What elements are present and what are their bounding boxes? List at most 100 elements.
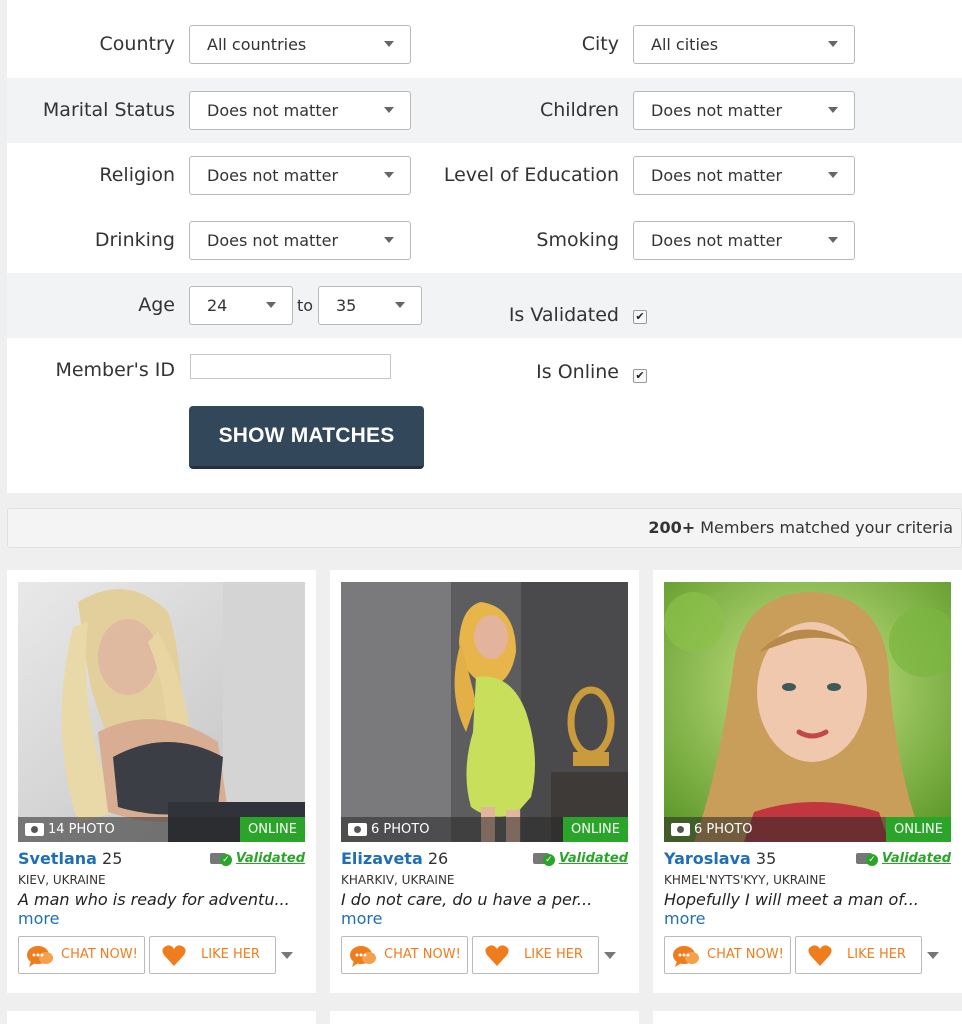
children-select-value: Does not matter [651, 101, 783, 120]
chat-now-label: CHAT NOW! [707, 947, 784, 962]
like-her-label: LIKE HER [524, 947, 583, 962]
more-options-caret-icon[interactable] [281, 952, 293, 959]
children-select[interactable]: Does not matter [633, 91, 855, 130]
photo-count-label: 6 PHOTO [694, 822, 753, 837]
photo-count[interactable]: 14 PHOTO [25, 821, 115, 838]
online-badge: ONLINE [240, 817, 305, 842]
member-card: 14 PHOTO ONLINE Svetlana 25 ✓ Validated … [7, 570, 316, 993]
member-name-link[interactable]: Svetlana [18, 849, 97, 868]
search-filter-form: Country All countries City All cities Ma… [7, 0, 962, 493]
is-validated-label: Is Validated [508, 304, 619, 326]
member-name-link[interactable]: Yaroslava [664, 849, 751, 868]
chat-now-button[interactable]: CHAT NOW! [18, 936, 145, 974]
chevron-down-icon [266, 302, 276, 308]
member-id-label: Member's ID [55, 359, 175, 381]
photo-count-label: 6 PHOTO [371, 822, 430, 837]
id-verified-icon: ✓ [855, 852, 878, 866]
smoking-select-value: Does not matter [651, 231, 783, 250]
validated-badge[interactable]: ✓ Validated [532, 851, 628, 866]
member-photo-image [341, 582, 628, 842]
children-label: Children [539, 99, 619, 121]
filter-row-habits: Drinking Does not matter Smoking Does no… [7, 208, 962, 273]
read-more-link[interactable]: more [664, 909, 705, 928]
photo-count[interactable]: 6 PHOTO [671, 821, 752, 838]
member-photo[interactable]: 6 PHOTO ONLINE [341, 582, 628, 842]
read-more-link[interactable]: more [341, 909, 382, 928]
age-label: Age [138, 294, 175, 316]
chat-bubble-icon [27, 946, 53, 967]
member-card: 6 PHOTO ONLINE Elizaveta 26 ✓ Validated … [330, 570, 639, 993]
smoking-select[interactable]: Does not matter [633, 221, 855, 260]
city-label: City [581, 33, 619, 55]
member-location: KHMEL'NYTS'KYY, UKRAINE [664, 873, 826, 887]
is-online-label: Is Online [536, 361, 619, 383]
chat-bubble-icon [673, 946, 699, 967]
is-online-checkbox[interactable]: ✔ [633, 369, 647, 383]
member-description: Hopefully I will meet a man of... more [664, 890, 954, 928]
education-select[interactable]: Does not matter [633, 156, 855, 195]
chevron-down-icon [828, 237, 838, 243]
more-options-caret-icon[interactable] [604, 952, 616, 959]
drinking-label: Drinking [94, 229, 175, 251]
education-label: Level of Education [443, 164, 619, 186]
member-card-partial [7, 1011, 316, 1024]
member-photo-image [664, 582, 951, 842]
member-description-text: I do not care, do u have a per... [341, 890, 593, 909]
member-description-text: Hopefully I will meet a man of... [664, 890, 919, 909]
filter-row-background: Religion Does not matter Level of Educat… [7, 143, 962, 208]
show-matches-button[interactable]: SHOW MATCHES [189, 406, 424, 469]
member-photo-image [18, 582, 305, 842]
id-verified-icon: ✓ [209, 852, 232, 866]
heart-icon [485, 945, 509, 966]
validated-badge[interactable]: ✓ Validated [855, 851, 951, 866]
member-name-line: Elizaveta 26 [341, 849, 448, 869]
photo-count-label: 14 PHOTO [48, 822, 115, 837]
age-from-select[interactable]: 24 [189, 286, 293, 325]
validated-label: Validated [235, 851, 305, 866]
chat-now-button[interactable]: CHAT NOW! [341, 936, 468, 974]
member-age: 35 [755, 849, 777, 868]
is-validated-checkbox[interactable]: ✔ [633, 310, 647, 324]
member-photo[interactable]: 14 PHOTO ONLINE [18, 582, 305, 842]
city-select[interactable]: All cities [633, 25, 855, 64]
member-name-link[interactable]: Elizaveta [341, 849, 423, 868]
member-location: KHARKIV, UKRAINE [341, 873, 455, 887]
chat-now-label: CHAT NOW! [384, 947, 461, 962]
country-select-value: All countries [207, 35, 307, 54]
like-her-button[interactable]: LIKE HER [795, 936, 922, 974]
age-from-value: 24 [207, 296, 228, 315]
smoking-label: Smoking [536, 229, 619, 251]
id-verified-icon: ✓ [532, 852, 555, 866]
filter-row-age: Age 24 to 35 Is Validated ✔ [7, 273, 962, 338]
camera-icon [25, 823, 44, 836]
member-age: 26 [427, 849, 449, 868]
member-card-partial [330, 1011, 639, 1024]
religion-label: Religion [99, 164, 175, 186]
chat-now-label: CHAT NOW! [61, 947, 138, 962]
more-options-caret-icon[interactable] [927, 952, 939, 959]
member-description: I do not care, do u have a per... more [341, 890, 631, 928]
like-her-button[interactable]: LIKE HER [472, 936, 599, 974]
results-summary: 200+ Members matched your criteria [7, 508, 962, 548]
like-her-button[interactable]: LIKE HER [149, 936, 276, 974]
chat-now-button[interactable]: CHAT NOW! [664, 936, 791, 974]
member-card-partial [653, 1011, 962, 1024]
validated-label: Validated [558, 851, 628, 866]
member-name-line: Svetlana 25 [18, 849, 122, 869]
photo-count[interactable]: 6 PHOTO [348, 821, 429, 838]
member-description: A man who is ready for adventu... more [18, 890, 308, 928]
online-badge: ONLINE [563, 817, 628, 842]
country-label: Country [99, 33, 175, 55]
validated-badge[interactable]: ✓ Validated [209, 851, 305, 866]
read-more-link[interactable]: more [18, 909, 59, 928]
heart-icon [162, 945, 186, 966]
camera-icon [671, 823, 690, 836]
like-her-label: LIKE HER [201, 947, 260, 962]
camera-icon [348, 823, 367, 836]
member-age: 25 [102, 849, 123, 868]
chevron-down-icon [828, 172, 838, 178]
member-card: 6 PHOTO ONLINE Yaroslava 35 ✓ Validated … [653, 570, 962, 993]
member-photo[interactable]: 6 PHOTO ONLINE [664, 582, 951, 842]
chevron-down-icon [828, 41, 838, 47]
like-her-label: LIKE HER [847, 947, 906, 962]
